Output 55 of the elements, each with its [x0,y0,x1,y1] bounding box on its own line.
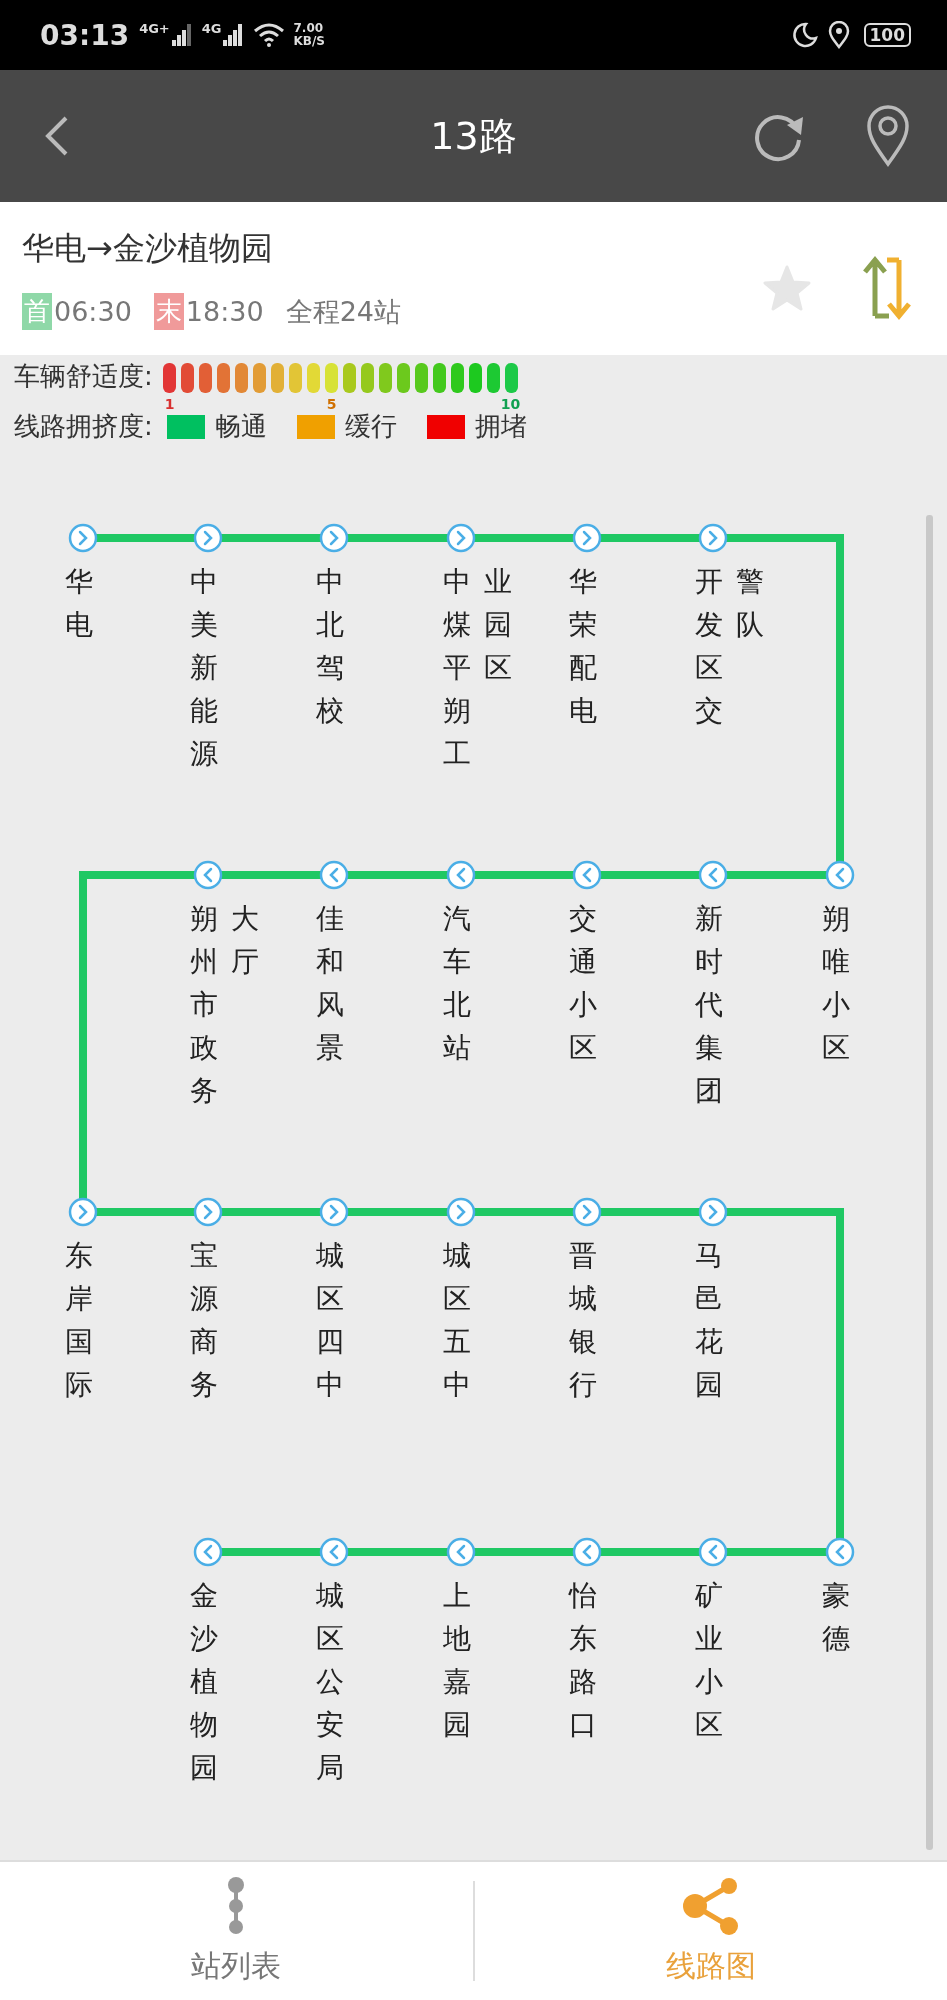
station-name[interactable]: 矿业小区 [695,1574,722,1796]
station-name[interactable]: 马邑花园 [695,1234,722,1456]
station-name[interactable]: 汽车北站 [443,897,470,1119]
scale-tick: 5 [326,396,337,412]
legend-label: 拥堵 [474,410,527,443]
station-name[interactable]: 豪德 [822,1574,849,1796]
route-title: 华电→金沙植物园 [22,228,274,269]
scale-tick: 1 [164,396,175,412]
station-name[interactable]: 怡东路口 [569,1574,596,1796]
tab[interactable]: 站列表 [0,1861,473,2000]
clock: 03:13 [40,18,130,52]
scale-tick: 10 [500,396,521,412]
first-bus-time: 06:30 [54,296,132,327]
signal-icon [171,24,192,46]
station-name[interactable]: 城区公安局 [316,1574,343,1796]
legend-label: 畅通 [214,410,267,443]
speed-value: 7.00 [293,22,325,35]
legend-label: 缓行 [344,410,397,443]
station-name[interactable]: 中北驾校 [316,560,343,782]
battery-indicator: 100 [863,23,911,47]
back-button[interactable] [44,114,70,158]
station-name[interactable]: 东岸国际 [65,1234,92,1456]
moon-icon [791,22,818,48]
station-name[interactable]: 城区四中 [316,1234,343,1456]
network-label: 4G+ [139,20,170,36]
station-name[interactable]: 中美新能源 [190,560,217,782]
location-icon [827,21,850,49]
station-name[interactable]: 华荣配电 [569,560,596,782]
location-button[interactable] [865,104,911,168]
congestion-label: 线路拥挤度: [14,410,153,443]
stop-count: 全程24站 [285,294,401,329]
speed-unit: KB/S [293,35,325,48]
station-name[interactable]: 朔州市政务大厅 [190,897,258,1119]
station-name[interactable]: 朔唯小区 [822,897,849,1119]
signal-icon [223,24,244,46]
station-name[interactable]: 金沙植物园 [190,1574,217,1796]
share-icon [680,1875,741,1936]
station-name[interactable]: 交通小区 [569,897,596,1119]
station-name[interactable]: 中煤平朔工业园区 [443,560,511,782]
station-name[interactable]: 佳和风景 [316,897,343,1119]
station-name[interactable]: 上地嘉园 [443,1574,470,1796]
station-name[interactable]: 晋城银行 [569,1234,596,1456]
wifi-icon [253,23,286,47]
network-label: 4G [201,20,222,36]
comfort-label: 车辆舒适度: [14,360,153,393]
station-name[interactable]: 华电 [65,560,92,782]
station-name[interactable]: 新时代集团 [695,897,722,1119]
station-name[interactable]: 宝源商务 [190,1234,217,1456]
page-title: 13路 [430,113,517,158]
first-bus-badge: 首 [22,293,52,330]
favorite-star-icon[interactable] [763,264,811,311]
station-name[interactable]: 城区五中 [443,1234,470,1456]
station-name[interactable]: 开发区交警队 [695,560,763,782]
last-bus-time: 18:30 [185,296,264,327]
last-bus-badge: 末 [153,293,184,330]
